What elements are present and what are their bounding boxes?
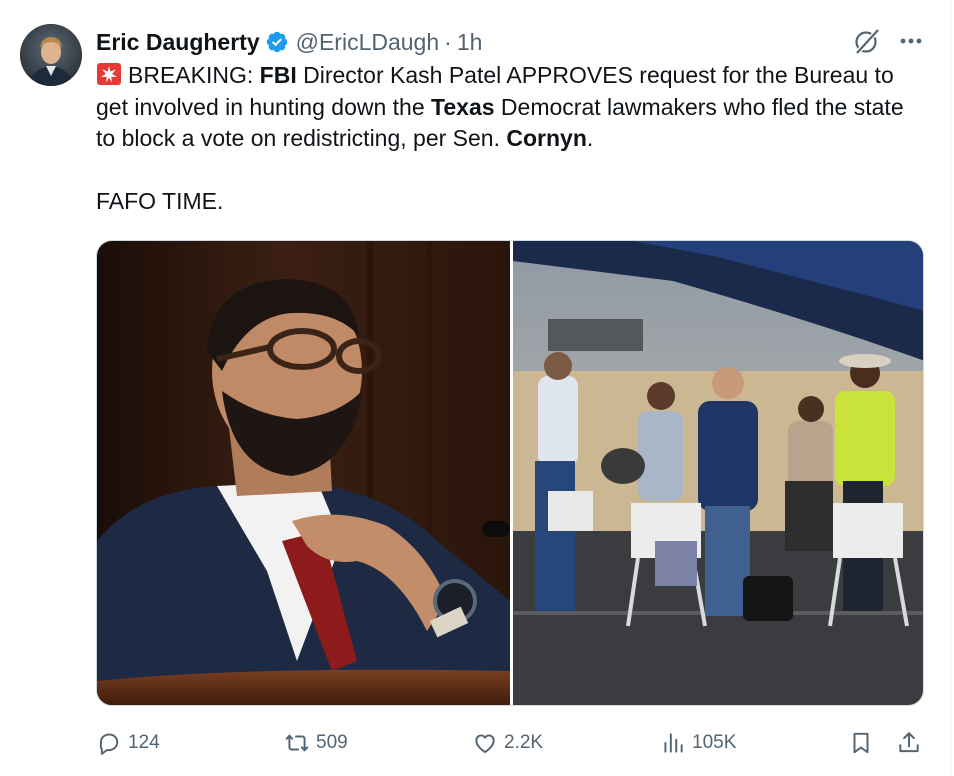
media-photo-left[interactable]: [97, 241, 510, 706]
tweet-text-bold-texas: Texas: [431, 93, 495, 120]
avatar-image: [20, 24, 82, 86]
tweet-text-prefix: BREAKING:: [128, 62, 260, 88]
author-handle[interactable]: @EricLDaugh: [296, 29, 440, 56]
repost-icon: [285, 734, 309, 752]
tweet-paragraph-1: BREAKING: FBI Director Kash Patel APPROV…: [96, 60, 926, 155]
like-button[interactable]: 2.2K: [472, 726, 543, 760]
grok-icon[interactable]: [852, 26, 882, 56]
timestamp[interactable]: 1h: [457, 29, 483, 56]
verified-badge-icon[interactable]: [265, 30, 289, 54]
heart-icon: [475, 734, 495, 753]
reply-icon: [99, 733, 119, 755]
avatar[interactable]: [20, 24, 82, 86]
tweet-text-end: .: [586, 125, 594, 151]
author-name[interactable]: Eric Daugherty: [96, 29, 260, 56]
bookmark-button[interactable]: [848, 726, 880, 760]
tweet-media[interactable]: [96, 240, 924, 706]
timeline-border: [950, 0, 951, 776]
like-count: 2.2K: [504, 732, 544, 753]
tweet-text-bold-fbi: FBI: [259, 62, 297, 88]
reply-button[interactable]: 124: [96, 726, 160, 760]
tweet-header: Eric Daugherty @EricLDaugh · 1h: [96, 27, 482, 57]
views-button[interactable]: 105K: [660, 726, 736, 760]
tweet-text: BREAKING: FBI Director Kash Patel APPROV…: [96, 60, 926, 218]
tweet-text-bold-cornyn: Cornyn: [506, 125, 587, 151]
repost-count: 509: [316, 732, 348, 753]
media-photo-right[interactable]: [513, 241, 924, 706]
views-count: 105K: [692, 732, 737, 753]
repost-button[interactable]: 509: [284, 726, 348, 760]
more-icon[interactable]: [896, 26, 926, 56]
share-button[interactable]: [896, 726, 928, 760]
police-light-emoji: [97, 63, 121, 85]
reply-count: 124: [128, 732, 160, 753]
tweet-paragraph-2: FAFO TIME.: [96, 188, 224, 214]
bookmark-icon: [853, 732, 869, 754]
share-icon: [899, 732, 919, 753]
analytics-icon: [664, 733, 683, 753]
action-bar: 124 509 2.2K 105K: [0, 726, 954, 760]
separator-dot: ·: [444, 28, 452, 55]
